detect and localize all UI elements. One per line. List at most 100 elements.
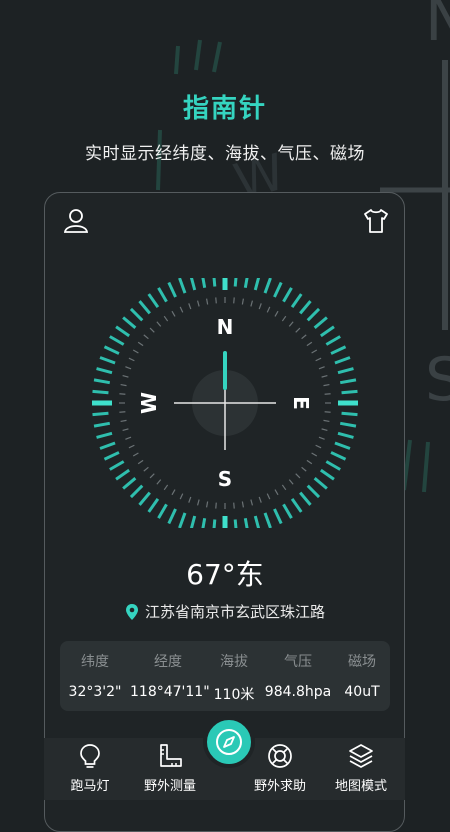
- compass-tick: [299, 491, 312, 506]
- compass-tick: [157, 287, 168, 303]
- compass-inner-tick: [125, 436, 132, 440]
- compass-inner-tick: [311, 349, 318, 354]
- compass-inner-tick: [274, 489, 279, 496]
- compass-inner-tick: [188, 303, 192, 310]
- compass-inner-tick: [301, 466, 307, 472]
- stat-label: 海拔: [220, 654, 248, 670]
- compass-inner-tick: [120, 419, 127, 422]
- stat-value: 984.8hpa: [264, 684, 332, 700]
- compass-icon: [216, 729, 242, 755]
- compass-inner-tick: [241, 501, 244, 508]
- compass-tick: [330, 345, 347, 355]
- location-address: 江苏省南京市玄武区珠江路: [144, 603, 325, 621]
- compass-tick: [129, 484, 144, 499]
- compass-inner-tick: [119, 393, 126, 395]
- compass-tick: [178, 512, 187, 528]
- compass-tick: [96, 367, 113, 375]
- compass-tick: [334, 356, 351, 365]
- compass-tick: [103, 345, 120, 355]
- compass-tick: [282, 503, 293, 519]
- compass-tick: [334, 441, 351, 450]
- compass-tick: [306, 484, 321, 499]
- nav-label: 地图模式: [334, 779, 387, 794]
- page-subtitle: 实时显示经纬度、海拔、气压、磁场: [85, 144, 365, 164]
- compass-tick: [147, 497, 160, 513]
- compass-tick: [122, 316, 137, 329]
- compass-tick: [122, 477, 137, 490]
- compass-tick: [189, 278, 197, 291]
- compass-inner-tick: [258, 496, 262, 503]
- compass-tick: [115, 468, 131, 481]
- stat-altitude: 海拔 110米: [206, 641, 262, 711]
- nav-label: 野外求助: [253, 779, 306, 794]
- compass-inner-tick: [196, 300, 200, 307]
- nav-item-map-mode[interactable]: 地图模式: [315, 738, 407, 800]
- compass-inner-tick: [295, 473, 301, 479]
- compass-tick: [201, 517, 207, 528]
- compass-inner-tick: [306, 459, 313, 465]
- stat-label: 磁场: [348, 654, 376, 670]
- compass-tick: [339, 378, 357, 385]
- compass-tick: [92, 411, 109, 417]
- compass-tick: [341, 411, 358, 417]
- compass-inner-tick: [321, 374, 328, 378]
- compass-inner-tick: [122, 374, 129, 378]
- compass-inner-tick: [274, 310, 279, 317]
- compass-inner-tick: [143, 466, 149, 472]
- compass-tick: [147, 293, 160, 309]
- compass-inner-tick: [324, 393, 331, 395]
- nav-label: 跑马灯: [70, 779, 110, 794]
- compass-inner-tick: [179, 493, 184, 500]
- compass-tick: [306, 307, 321, 322]
- location-row: 江苏省南京市玄武区珠江路: [0, 601, 450, 622]
- compass-tick: [233, 519, 238, 528]
- compass-inner-tick: [132, 452, 139, 457]
- nav-item-field-measure[interactable]: 野外测量: [124, 738, 216, 800]
- compass-tick: [109, 335, 125, 346]
- compass-inner-tick: [233, 297, 235, 304]
- compass-tick: [167, 281, 177, 298]
- compass-inner-tick: [323, 419, 330, 422]
- stat-magnetic-field: 磁场 40uT: [334, 641, 390, 711]
- stat-pressure: 气压 984.8hpa: [262, 641, 334, 711]
- compass-tick: [319, 468, 335, 481]
- compass-home-button[interactable]: [203, 716, 255, 768]
- compass-inner-tick: [250, 499, 254, 506]
- tshirt-icon[interactable]: [362, 207, 390, 235]
- compass-inner-tick: [206, 298, 209, 305]
- compass-inner-tick: [281, 484, 287, 491]
- compass-inner-tick: [288, 321, 294, 327]
- compass-dial: N S E W: [92, 278, 358, 528]
- compass-inner-tick: [156, 479, 162, 485]
- compass-tick: [138, 300, 151, 315]
- compass-inner-tick: [132, 349, 139, 354]
- compass-inner-tick: [120, 384, 127, 387]
- nav-item-marquee[interactable]: 跑马灯: [44, 738, 136, 800]
- stat-value: 110米: [213, 687, 255, 703]
- stat-label: 经度: [154, 654, 182, 670]
- stat-label: 纬度: [81, 654, 109, 670]
- user-icon[interactable]: [62, 207, 90, 235]
- compass-tick: [212, 278, 217, 287]
- compass-inner-tick: [266, 306, 271, 313]
- compass-tick: [290, 293, 303, 309]
- compass-inner-tick: [324, 411, 331, 413]
- compass-tick: [92, 389, 109, 395]
- compass-tick: [325, 460, 341, 471]
- compass-tick: [319, 325, 335, 338]
- compass-inner-tick: [143, 334, 149, 340]
- compass-inner-tick: [295, 327, 301, 333]
- compass-tick: [299, 300, 312, 315]
- compass-tick: [330, 451, 347, 461]
- compass-tick: [341, 389, 358, 395]
- compass-inner-tick: [301, 334, 307, 340]
- compass-tick: [263, 278, 272, 294]
- compass-inner-tick: [250, 300, 254, 307]
- heading-readout: 67°东: [186, 558, 264, 591]
- compass-tick: [96, 431, 113, 439]
- compass-tick: [337, 431, 354, 439]
- compass-tick: [337, 367, 354, 375]
- compass-inner-tick: [281, 315, 287, 322]
- lightbulb-icon: [80, 744, 100, 768]
- cardinal-east: E: [289, 396, 313, 410]
